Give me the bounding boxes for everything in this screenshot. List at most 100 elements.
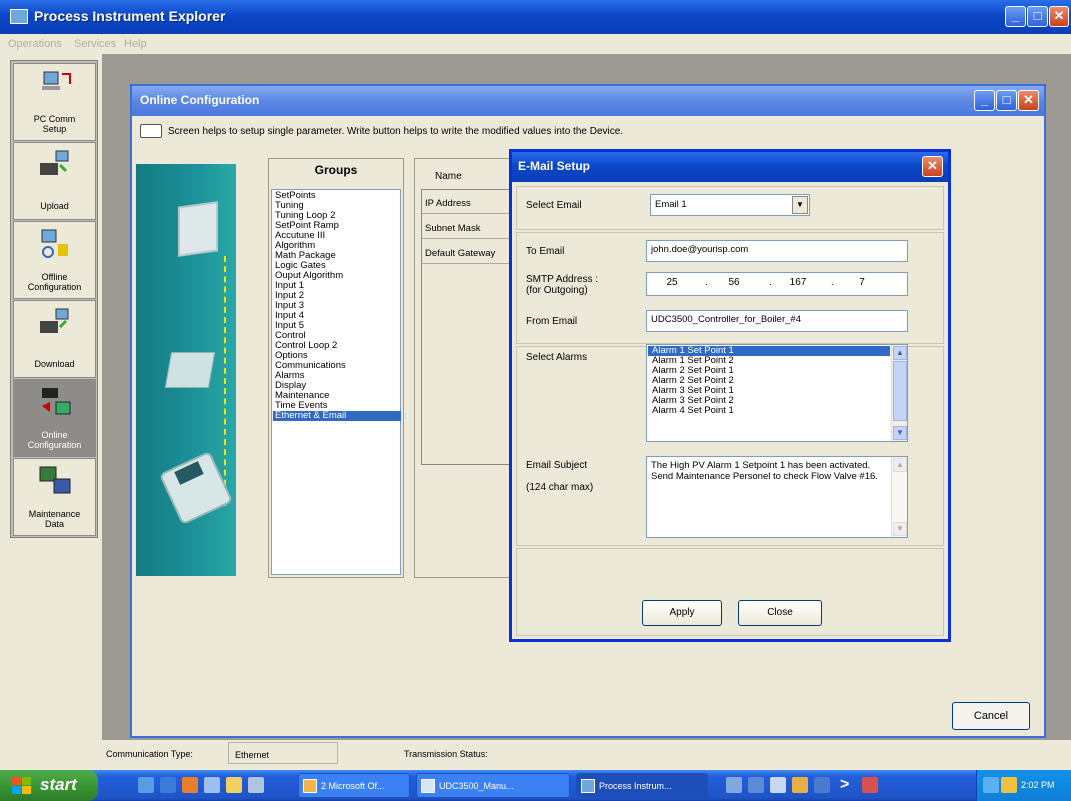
network-icon[interactable]	[983, 777, 999, 793]
tray-app-icon[interactable]	[748, 777, 764, 793]
tablet-illustration	[164, 352, 216, 388]
subject-scrollbar[interactable]: ▲ ▼	[891, 457, 907, 537]
nav-pc-comm-setup[interactable]: PC Comm Setup	[13, 63, 96, 141]
scroll-thumb[interactable]	[893, 361, 907, 421]
comm-type-value: Ethernet	[228, 742, 338, 764]
list-item-selected[interactable]: Ethernet & Email	[273, 411, 401, 421]
outlook-icon[interactable]	[160, 777, 176, 793]
email-subject-field[interactable]: The High PV Alarm 1 Setpoint 1 has been …	[646, 456, 908, 538]
task-microsoft-office[interactable]: 2 Microsoft Of...	[298, 773, 410, 798]
smtp-octet-1[interactable]: 25	[649, 277, 695, 288]
folder-icon[interactable]	[226, 777, 242, 793]
alarm-list-scrollbar[interactable]: ▲ ▼	[891, 345, 907, 441]
nav-download[interactable]: Download	[13, 300, 96, 378]
task-label: 2 Microsoft Of...	[321, 781, 385, 791]
list-item[interactable]: Alarm 4 Set Point 1	[648, 406, 890, 416]
decorative-illustration	[136, 164, 236, 576]
transmission-status-label: Transmission Status:	[404, 749, 488, 759]
select-alarms-label: Select Alarms	[526, 352, 588, 363]
smtp-octet-4[interactable]: 7	[839, 277, 885, 288]
tray-app-icon[interactable]	[862, 777, 878, 793]
menu-help[interactable]: Help	[124, 38, 147, 50]
quicklaunch-icon[interactable]	[204, 777, 220, 793]
select-email-dropdown[interactable]: Email 1 ▼	[650, 194, 810, 216]
email-subject-note: (124 char max)	[526, 482, 594, 493]
to-email-label: To Email	[526, 246, 565, 257]
ip-separator: .	[831, 277, 834, 288]
scroll-down-icon[interactable]: ▼	[893, 522, 907, 536]
names-header: Name	[435, 171, 462, 182]
tray-icon[interactable]	[1001, 777, 1017, 793]
minimize-icon[interactable]: _	[974, 90, 995, 111]
groups-panel: Groups SetPoints Tuning Tuning Loop 2 Se…	[268, 158, 404, 578]
tray-app-icon[interactable]	[770, 777, 786, 793]
task-process-instrument[interactable]: Process Instrum...	[576, 773, 708, 798]
table-row[interactable]: IP Address	[422, 190, 512, 214]
select-email-value: Email 1	[655, 199, 687, 210]
table-row[interactable]: Default Gateway	[422, 240, 512, 264]
from-email-label: From Email	[526, 316, 578, 327]
from-email-field[interactable]: UDC3500_Controller_for_Boiler_#4	[646, 310, 908, 332]
groups-list[interactable]: SetPoints Tuning Tuning Loop 2 SetPoint …	[271, 189, 401, 575]
close-icon[interactable]: ✕	[1049, 6, 1069, 27]
smtp-address-field[interactable]: 25 . 56 . 167 . 7	[646, 272, 908, 296]
cancel-button[interactable]: Cancel	[952, 702, 1030, 730]
app-icon	[581, 779, 595, 793]
online-configuration-title: Online Configuration	[140, 93, 260, 107]
chevron-right-icon[interactable]: >	[840, 777, 856, 793]
task-udc3500-manual[interactable]: UDC3500_Manu...	[416, 773, 570, 798]
clock: 2:02 PM	[1021, 780, 1055, 790]
quicklaunch-icon[interactable]	[182, 777, 198, 793]
scroll-up-icon[interactable]: ▲	[893, 458, 907, 472]
main-title-bar: Process Instrument Explorer _ □ ✕	[0, 0, 1071, 34]
email-setup-title: E-Mail Setup	[518, 159, 591, 173]
quicklaunch-icon[interactable]	[248, 777, 264, 793]
tray-app-icon[interactable]	[814, 777, 830, 793]
names-table: IP Address Subnet Mask Default Gateway	[421, 189, 513, 465]
menu-operations[interactable]: Operations	[8, 38, 62, 50]
smtp-octet-2[interactable]: 56	[711, 277, 757, 288]
minimize-icon[interactable]: _	[1005, 6, 1026, 27]
status-bar: Communication Type: Ethernet Transmissio…	[102, 740, 1071, 766]
maximize-icon[interactable]: □	[1027, 6, 1048, 27]
monitor-illustration	[178, 201, 218, 257]
start-button[interactable]: start	[0, 770, 98, 801]
maintenance-data-icon	[39, 466, 71, 494]
ip-separator: .	[769, 277, 772, 288]
nav-upload[interactable]: Upload	[13, 142, 96, 220]
alarm-list[interactable]: Alarm 1 Set Point 1 Alarm 1 Set Point 2 …	[646, 344, 908, 442]
connector-line	[224, 256, 226, 506]
scroll-down-icon[interactable]: ▼	[893, 426, 907, 440]
office-icon	[303, 779, 317, 793]
windows-logo-icon	[12, 777, 31, 794]
tray-app-icon[interactable]	[726, 777, 742, 793]
close-icon[interactable]: ✕	[1018, 90, 1039, 111]
email-setup-title-bar: E-Mail Setup ✕	[512, 152, 948, 182]
groups-header: Groups	[314, 163, 358, 177]
tray-app-icon[interactable]	[792, 777, 808, 793]
app-title: Process Instrument Explorer	[34, 8, 226, 24]
nav-label: Upload	[40, 201, 69, 211]
smtp-octet-3[interactable]: 167	[775, 277, 821, 288]
email-setup-dialog: E-Mail Setup ✕ Select Email Email 1 ▼ To…	[509, 149, 951, 642]
maximize-icon[interactable]: □	[996, 90, 1017, 111]
close-icon[interactable]: ✕	[922, 156, 943, 177]
nav-online-configuration[interactable]: Online Configuration	[13, 379, 96, 457]
nav-maintenance-data[interactable]: Maintenance Data	[13, 458, 96, 536]
taskbar: start 2 Microsoft Of... UDC3500_Manu... …	[0, 770, 1071, 801]
apply-button[interactable]: Apply	[642, 600, 722, 626]
nav-offline-configuration[interactable]: Offline Configuration	[13, 221, 96, 299]
table-row[interactable]: Subnet Mask	[422, 215, 512, 239]
to-email-field[interactable]: john.doe@yourisp.com	[646, 240, 908, 262]
scroll-up-icon[interactable]: ▲	[893, 346, 907, 360]
ie-icon[interactable]	[138, 777, 154, 793]
nav-label: Online Configuration	[27, 430, 82, 450]
online-config-icon	[42, 388, 71, 415]
chevron-down-icon[interactable]: ▼	[792, 196, 808, 214]
menu-services[interactable]: Services	[74, 38, 116, 50]
close-button[interactable]: Close	[738, 600, 822, 626]
document-icon	[421, 779, 435, 793]
nav-label: PC Comm Setup	[33, 114, 76, 134]
offline-config-icon	[41, 229, 68, 258]
smtp-address-label: SMTP Address : (for Outgoing)	[526, 274, 599, 296]
